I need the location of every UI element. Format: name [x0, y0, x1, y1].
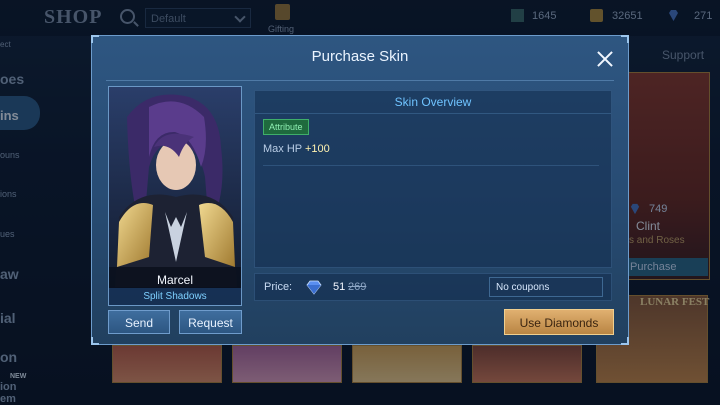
send-button[interactable]: Send: [108, 310, 170, 334]
divider: [255, 113, 611, 114]
attribute-name: Max HP: [263, 143, 302, 155]
current-price: 51: [333, 281, 346, 293]
corner-ornament: [621, 337, 629, 345]
divider: [263, 165, 599, 166]
divider: [106, 80, 614, 81]
corner-ornament: [91, 35, 99, 43]
price-label: Price:: [264, 281, 293, 293]
skin-overview-panel: Skin Overview Attribute Max HP +100: [254, 90, 612, 268]
dialog-title: Purchase Skin: [311, 48, 409, 65]
diamond-icon: [306, 280, 322, 295]
skin-name: Split Shadows: [109, 288, 241, 305]
attribute-badge: Attribute: [263, 119, 309, 135]
hero-name: Marcel: [156, 273, 193, 287]
corner-ornament: [621, 35, 629, 43]
close-icon[interactable]: [596, 50, 614, 68]
original-price: 269: [348, 281, 367, 293]
attribute-row: Max HP +100: [263, 143, 330, 155]
price-bar: Price: 51 269 No coupons: [254, 273, 612, 301]
attribute-value: +100: [304, 143, 330, 155]
coupon-select[interactable]: No coupons: [489, 277, 603, 297]
overview-title: Skin Overview: [394, 95, 472, 109]
request-button[interactable]: Request: [179, 310, 242, 334]
skin-portrait: Marcel Split Shadows: [108, 86, 242, 306]
corner-ornament: [91, 337, 99, 345]
purchase-skin-dialog: Purchase Skin Marcel Split Shadows Send …: [91, 35, 629, 345]
use-diamonds-button[interactable]: Use Diamonds: [504, 309, 614, 335]
